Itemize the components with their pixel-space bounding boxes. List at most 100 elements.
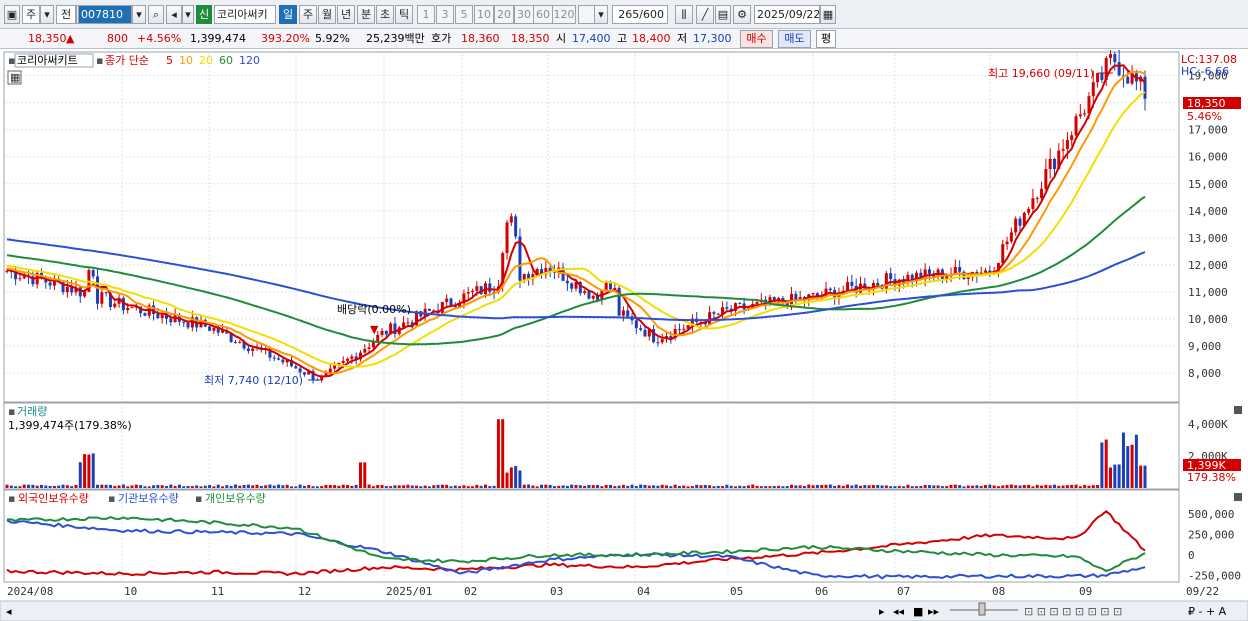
volume-bar — [281, 485, 285, 488]
period-month[interactable]: 월 — [318, 5, 336, 24]
avg-button[interactable]: 평 — [816, 30, 836, 48]
volume-bar — [246, 484, 250, 488]
candle — [281, 359, 285, 363]
minute-1[interactable]: 1 — [417, 5, 435, 24]
gear-icon[interactable]: ⚙ — [733, 5, 751, 24]
volume-bar — [221, 486, 225, 488]
stock-chart[interactable]: 19,00018,00017,00016,00015,00014,00013,0… — [0, 50, 1248, 621]
search-icon[interactable]: ⌕ — [148, 5, 164, 24]
chevron-down-icon[interactable]: ▾ — [40, 5, 54, 24]
chevron-down-icon[interactable]: ▾ — [594, 5, 608, 24]
volume-bar — [1070, 484, 1074, 488]
volume-bar — [583, 485, 587, 488]
retail-legend[interactable]: 개인보유수량 — [205, 492, 266, 505]
minute-20[interactable]: 20 — [494, 5, 514, 24]
zoom-controls[interactable]: ₽ - + A — [1188, 605, 1227, 618]
zoom-slider-handle[interactable] — [978, 602, 986, 616]
candle — [1143, 76, 1147, 99]
volume-bar — [617, 485, 621, 488]
close-panel-icon[interactable] — [1234, 406, 1242, 414]
period-week[interactable]: 주 — [299, 5, 317, 24]
scroll-left-icon[interactable]: ◂ — [6, 605, 12, 618]
grid-icon[interactable]: ▪ — [8, 54, 15, 67]
volume-bar — [966, 485, 970, 488]
volume-bar — [39, 484, 43, 488]
candle — [1044, 169, 1048, 189]
volume-bar — [876, 484, 880, 488]
minute-3[interactable]: 3 — [436, 5, 454, 24]
volume-bar — [699, 485, 703, 488]
sell-button[interactable]: 매도 — [778, 30, 811, 48]
volume-bar — [1143, 465, 1147, 488]
candle — [725, 307, 729, 309]
candle — [169, 318, 173, 323]
volume-bar — [1109, 467, 1113, 488]
volume-bar — [152, 485, 156, 488]
data-count-input[interactable]: 265/600 — [612, 5, 668, 24]
minute-120[interactable]: 120 — [552, 5, 576, 24]
ma-icon: ▪ — [96, 54, 103, 67]
volume-bar — [363, 462, 367, 488]
stop-icon[interactable]: ■ — [913, 605, 923, 618]
volume-bar — [1044, 484, 1048, 488]
tool-icons[interactable]: ⊡ ⊡ ⊡ ⊡ ⊡ ⊡ ⊡ ⊡ — [1024, 605, 1122, 618]
volume-title[interactable]: 거래량 — [17, 405, 47, 418]
institution-legend[interactable]: 기관보유수량 — [118, 492, 179, 505]
period-minute[interactable]: 분 — [357, 5, 375, 24]
scroll-right-icon[interactable]: ▸ — [879, 605, 885, 618]
trade-value: 25,239백만 — [366, 32, 425, 45]
period-day[interactable]: 일 — [279, 5, 297, 24]
holdings-icon: ▪ — [195, 492, 202, 505]
mode-select[interactable]: 주 — [22, 5, 40, 24]
candle — [186, 322, 190, 328]
foreign-legend[interactable]: 외국인보유수량 — [18, 492, 89, 505]
volume-bar — [9, 485, 13, 488]
period-second[interactable]: 초 — [376, 5, 394, 24]
volume-bar — [251, 485, 255, 488]
volume-bar — [126, 486, 130, 488]
close-panel-icon[interactable] — [1234, 493, 1242, 501]
save-icon[interactable]: ▤ — [715, 5, 731, 24]
stock-code-input[interactable]: 007810 — [78, 5, 132, 24]
minute-30[interactable]: 30 — [514, 5, 534, 24]
speaker-icon[interactable]: ◂ — [166, 5, 182, 24]
candle — [83, 291, 87, 297]
volume-bar — [915, 486, 919, 488]
buy-button[interactable]: 매수 — [740, 30, 773, 48]
candle-icon[interactable]: ⫼ — [675, 5, 693, 24]
volume-bar — [1048, 485, 1052, 488]
layout-icon[interactable]: ▣ — [4, 5, 20, 24]
chevron-down-icon[interactable]: ▾ — [132, 5, 146, 24]
calendar-icon[interactable]: ▦ — [820, 5, 836, 24]
volume-bar — [552, 486, 556, 488]
candle — [794, 293, 798, 300]
volume-bar — [604, 484, 608, 488]
candle — [1091, 82, 1095, 97]
period-tick[interactable]: 틱 — [395, 5, 413, 24]
candle — [1040, 188, 1044, 199]
volume-bar — [764, 486, 768, 488]
date-input[interactable]: 2025/09/22 — [754, 5, 820, 24]
volume-bar — [984, 485, 988, 488]
candle — [570, 283, 574, 289]
volume-bar — [380, 484, 384, 488]
holdings-icon: ▪ — [108, 492, 115, 505]
minute-10[interactable]: 10 — [474, 5, 494, 24]
minute-60[interactable]: 60 — [533, 5, 553, 24]
draw-tool-icon[interactable]: ╱ — [696, 5, 714, 24]
volume-bar — [557, 485, 561, 488]
candle — [277, 358, 281, 360]
minute-5[interactable]: 5 — [455, 5, 473, 24]
low-price: 17,300 — [693, 32, 732, 45]
jeon-button[interactable]: 전 — [56, 5, 76, 24]
volume-bar — [721, 486, 725, 488]
candle — [91, 270, 95, 277]
price-panel-title[interactable]: 코리아써키트 — [17, 54, 78, 67]
rewind-icon[interactable]: ◂◂ — [893, 605, 905, 618]
candle — [514, 216, 518, 237]
forward-icon[interactable]: ▸▸ — [928, 605, 940, 618]
volume-bar — [777, 485, 781, 488]
chevron-down-icon[interactable]: ▾ — [182, 5, 194, 24]
volume-bar — [78, 462, 82, 488]
period-year[interactable]: 년 — [337, 5, 355, 24]
